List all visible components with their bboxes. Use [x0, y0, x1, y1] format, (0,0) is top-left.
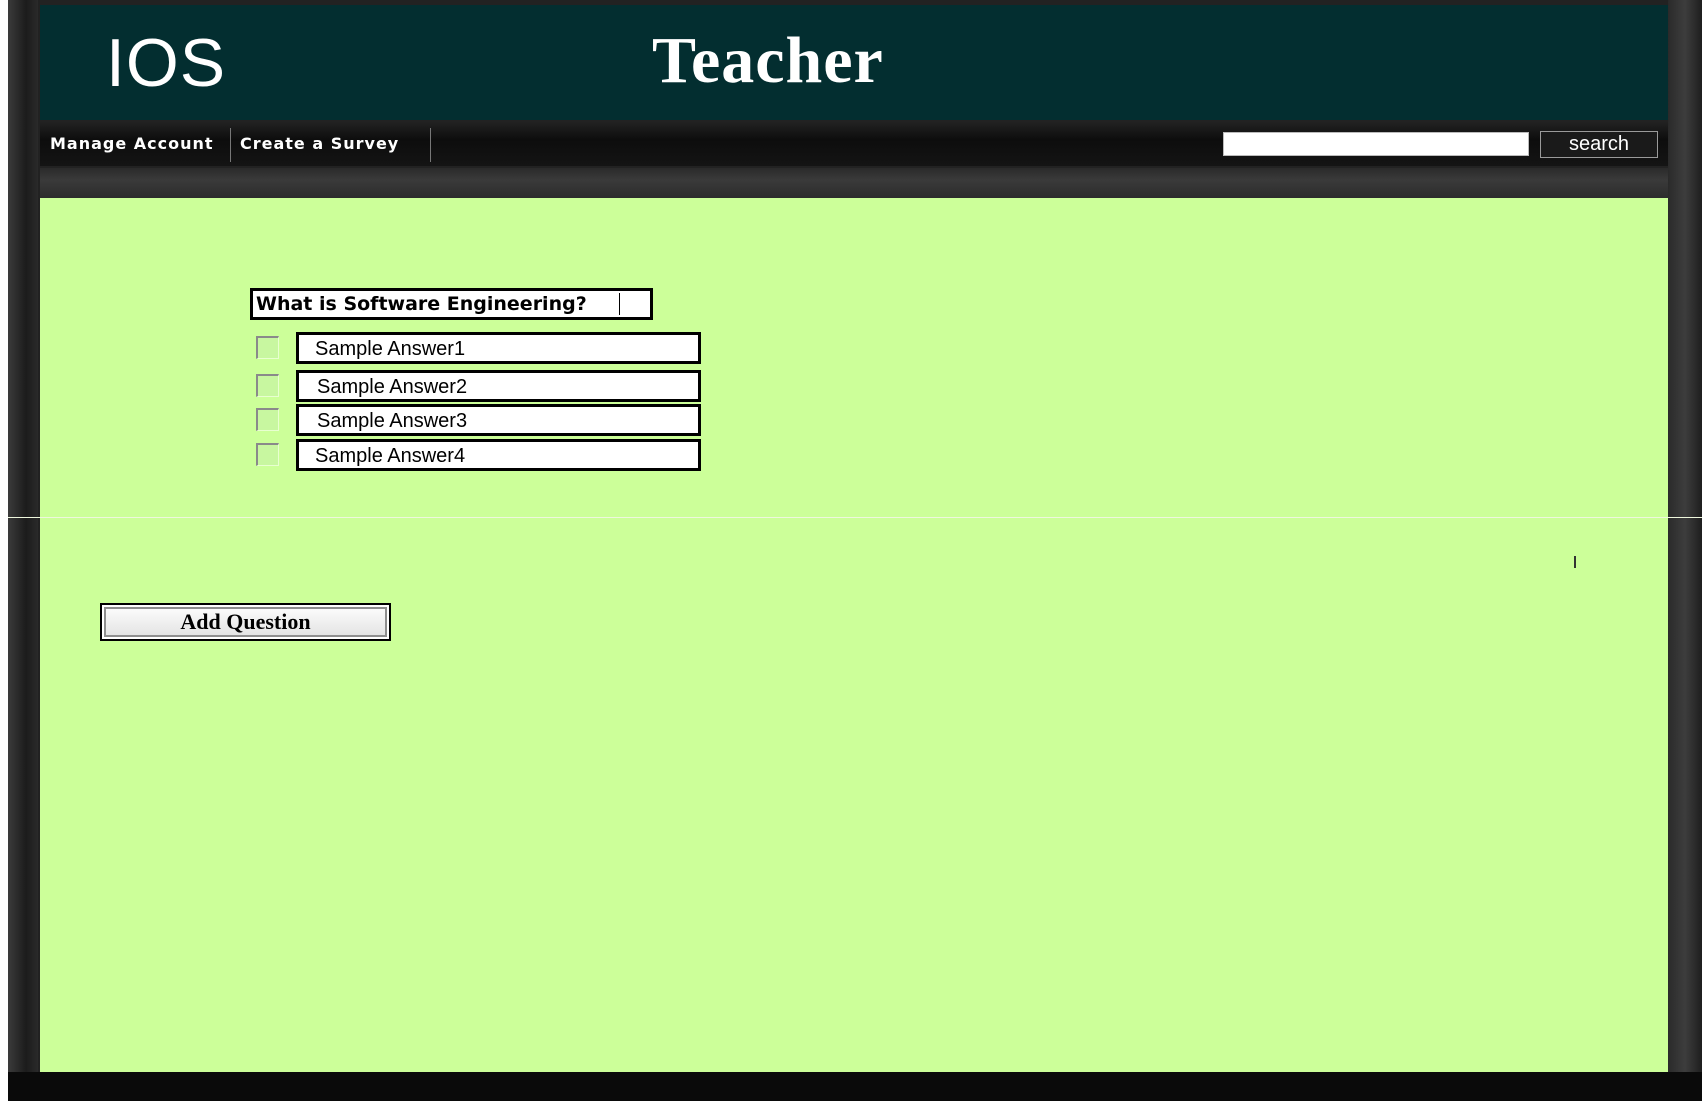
- answer-field[interactable]: Sample Answer1: [296, 332, 701, 364]
- nav-separator: [230, 128, 231, 162]
- scan-divider: [8, 517, 1702, 518]
- add-question-label: Add Question: [104, 607, 387, 637]
- search-input[interactable]: [1223, 132, 1529, 156]
- question-text: What is Software Engineering?: [256, 293, 587, 315]
- nav-item-create-survey[interactable]: Create a Survey: [240, 126, 399, 162]
- footer-band: [8, 1072, 1702, 1101]
- left-border: [8, 0, 38, 1101]
- add-question-button[interactable]: Add Question: [100, 603, 391, 641]
- answer-option: Sample Answer1: [256, 332, 706, 366]
- header-banner: IOS Teacher: [40, 5, 1668, 120]
- answer-option: Sample Answer3: [256, 404, 706, 438]
- answer-checkbox[interactable]: [256, 336, 279, 359]
- answer-checkbox[interactable]: [256, 374, 279, 397]
- answer-text: Sample Answer2: [317, 376, 468, 398]
- answer-checkbox[interactable]: [256, 408, 279, 431]
- right-border: [1668, 0, 1702, 1101]
- nav-bar: Manage Account Create a Survey search: [40, 122, 1668, 166]
- answer-field[interactable]: Sample Answer3: [296, 404, 701, 436]
- answer-checkbox[interactable]: [256, 443, 279, 466]
- answer-option: Sample Answer4: [256, 439, 706, 473]
- answer-text: Sample Answer1: [315, 338, 466, 360]
- text-cursor: [619, 293, 620, 315]
- answer-option: Sample Answer2: [256, 370, 706, 404]
- nav-item-manage-account[interactable]: Manage Account: [50, 126, 214, 162]
- survey-content-area: What is Software Engineering? Sample Ans…: [40, 198, 1668, 1072]
- answer-text: Sample Answer4: [315, 445, 466, 467]
- sub-bar: [40, 168, 1668, 198]
- answer-text: Sample Answer3: [317, 410, 468, 432]
- app-logo: IOS: [106, 25, 227, 101]
- nav-separator: [430, 128, 431, 162]
- answer-field[interactable]: Sample Answer2: [296, 370, 701, 402]
- answer-field[interactable]: Sample Answer4: [296, 439, 701, 471]
- search-button[interactable]: search: [1540, 131, 1658, 158]
- page-title: Teacher: [652, 24, 884, 97]
- stray-mark: [1574, 556, 1576, 568]
- question-field[interactable]: What is Software Engineering?: [250, 288, 653, 320]
